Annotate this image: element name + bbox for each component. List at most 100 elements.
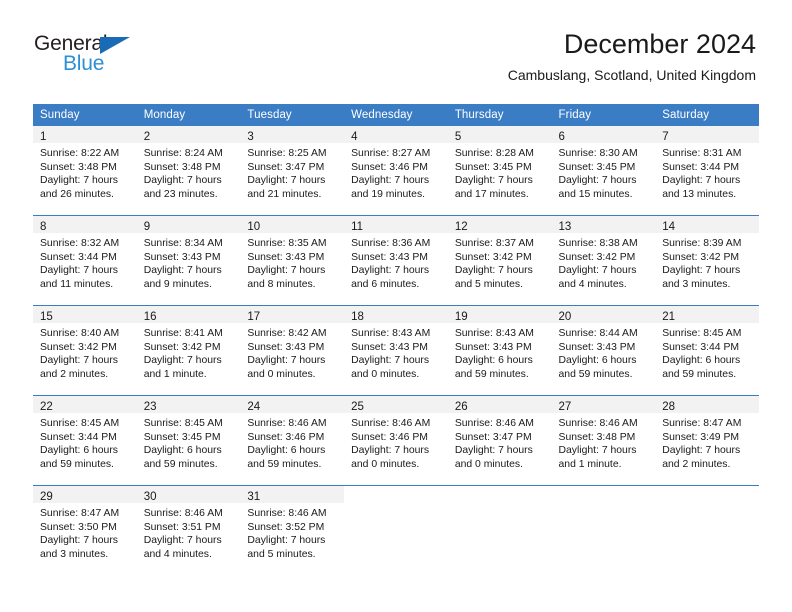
day-number: 28 <box>662 401 676 413</box>
page-title: December 2024 <box>563 29 756 59</box>
calendar-table: Sunday Monday Tuesday Wednesday Thursday… <box>33 104 759 575</box>
day-number: 24 <box>247 401 261 413</box>
day-details: Sunrise: 8:36 AM Sunset: 3:43 PM Dayligh… <box>351 238 431 290</box>
day-cell-empty <box>551 485 656 575</box>
day-cell[interactable]: 12 Sunrise: 8:37 AM Sunset: 3:42 PM Dayli… <box>447 215 552 306</box>
day-details <box>344 503 448 507</box>
day-cell[interactable]: 27 Sunrise: 8:46 AM Sunset: 3:48 PM Dayli… <box>551 395 656 486</box>
page-subtitle: Cambuslang, Scotland, United Kingdom <box>507 67 756 83</box>
title-block: December 2024 Cambuslang, Scotland, Unit… <box>508 28 756 84</box>
day-number: 17 <box>247 311 261 323</box>
day-details: Sunrise: 8:45 AM Sunset: 3:44 PM Dayligh… <box>40 418 120 470</box>
day-details: Sunrise: 8:43 AM Sunset: 3:43 PM Dayligh… <box>454 328 534 380</box>
day-cell[interactable]: 26 Sunrise: 8:46 AM Sunset: 3:47 PM Dayli… <box>447 395 552 486</box>
day-details <box>655 503 759 507</box>
weekday-header-wednesday: Wednesday <box>344 104 448 126</box>
day-cell[interactable]: 15 Sunrise: 8:40 AM Sunset: 3:42 PM Dayli… <box>33 305 137 396</box>
day-number: 30 <box>143 491 157 503</box>
day-number: 6 <box>558 131 565 143</box>
day-details: Sunrise: 8:43 AM Sunset: 3:43 PM Dayligh… <box>351 328 431 380</box>
day-cell[interactable]: 22 Sunrise: 8:45 AM Sunset: 3:44 PM Dayli… <box>33 395 137 486</box>
day-cell[interactable]: 16 Sunrise: 8:41 AM Sunset: 3:42 PM Dayli… <box>136 305 241 396</box>
day-cell-empty <box>344 485 448 575</box>
day-cell[interactable]: 30 Sunrise: 8:46 AM Sunset: 3:51 PM Dayli… <box>136 485 241 575</box>
day-number: 22 <box>40 401 53 413</box>
day-cell[interactable]: 10 Sunrise: 8:35 AM Sunset: 3:43 PM Dayli… <box>240 215 345 306</box>
day-number: 7 <box>662 131 669 143</box>
day-cell[interactable]: 2 Sunrise: 8:24 AM Sunset: 3:48 PM Daylig… <box>136 126 241 216</box>
day-details: Sunrise: 8:32 AM Sunset: 3:44 PM Dayligh… <box>40 238 120 290</box>
day-details: Sunrise: 8:46 AM Sunset: 3:48 PM Dayligh… <box>558 418 638 470</box>
week-row: 29 Sunrise: 8:47 AM Sunset: 3:50 PM Dayli… <box>33 485 759 575</box>
day-cell[interactable]: 31 Sunrise: 8:46 AM Sunset: 3:52 PM Dayli… <box>240 485 345 575</box>
day-cell-empty <box>447 485 552 575</box>
weekday-header-friday: Friday <box>551 104 656 126</box>
day-details: Sunrise: 8:38 AM Sunset: 3:42 PM Dayligh… <box>558 238 638 290</box>
day-number: 16 <box>143 311 157 323</box>
week-row: 8 Sunrise: 8:32 AM Sunset: 3:44 PM Daylig… <box>33 215 759 306</box>
day-number: 15 <box>40 311 53 323</box>
day-details: Sunrise: 8:31 AM Sunset: 3:44 PM Dayligh… <box>662 148 742 200</box>
day-cell[interactable]: 6 Sunrise: 8:30 AM Sunset: 3:45 PM Daylig… <box>551 126 656 216</box>
day-details: Sunrise: 8:28 AM Sunset: 3:45 PM Dayligh… <box>454 148 534 200</box>
day-cell[interactable]: 5 Sunrise: 8:28 AM Sunset: 3:45 PM Daylig… <box>447 126 552 216</box>
day-details: Sunrise: 8:42 AM Sunset: 3:43 PM Dayligh… <box>247 328 327 380</box>
day-number: 3 <box>247 131 254 143</box>
day-cell[interactable]: 1 Sunrise: 8:22 AM Sunset: 3:48 PM Daylig… <box>33 126 137 216</box>
day-number: 31 <box>247 491 261 503</box>
day-cell[interactable]: 23 Sunrise: 8:45 AM Sunset: 3:45 PM Dayli… <box>136 395 241 486</box>
day-cell[interactable]: 24 Sunrise: 8:46 AM Sunset: 3:46 PM Dayli… <box>240 395 345 486</box>
day-details: Sunrise: 8:44 AM Sunset: 3:43 PM Dayligh… <box>558 328 638 380</box>
week-row: 1 Sunrise: 8:22 AM Sunset: 3:48 PM Daylig… <box>33 126 759 216</box>
day-details: Sunrise: 8:39 AM Sunset: 3:42 PM Dayligh… <box>662 238 742 290</box>
day-cell[interactable]: 25 Sunrise: 8:46 AM Sunset: 3:46 PM Dayli… <box>344 395 448 486</box>
day-number: 14 <box>662 221 676 233</box>
day-cell[interactable]: 11 Sunrise: 8:36 AM Sunset: 3:43 PM Dayli… <box>344 215 448 306</box>
day-details: Sunrise: 8:47 AM Sunset: 3:49 PM Dayligh… <box>662 418 742 470</box>
day-cell[interactable]: 13 Sunrise: 8:38 AM Sunset: 3:42 PM Dayli… <box>551 215 656 306</box>
day-number: 12 <box>454 221 468 233</box>
day-cell[interactable]: 19 Sunrise: 8:43 AM Sunset: 3:43 PM Dayli… <box>447 305 552 396</box>
day-details: Sunrise: 8:46 AM Sunset: 3:46 PM Dayligh… <box>247 418 327 470</box>
day-number: 13 <box>558 221 572 233</box>
day-number: 29 <box>40 491 53 503</box>
day-details: Sunrise: 8:34 AM Sunset: 3:43 PM Dayligh… <box>143 238 223 290</box>
weekday-header-monday: Monday <box>136 104 241 126</box>
day-cell[interactable]: 4 Sunrise: 8:27 AM Sunset: 3:46 PM Daylig… <box>344 126 448 216</box>
day-cell[interactable]: 3 Sunrise: 8:25 AM Sunset: 3:47 PM Daylig… <box>240 126 345 216</box>
day-cell[interactable]: 8 Sunrise: 8:32 AM Sunset: 3:44 PM Daylig… <box>33 215 137 306</box>
day-cell[interactable]: 14 Sunrise: 8:39 AM Sunset: 3:42 PM Dayli… <box>655 215 759 306</box>
day-cell[interactable]: 9 Sunrise: 8:34 AM Sunset: 3:43 PM Daylig… <box>136 215 241 306</box>
day-cell[interactable]: 21 Sunrise: 8:45 AM Sunset: 3:44 PM Dayli… <box>655 305 759 396</box>
day-number: 26 <box>454 401 468 413</box>
day-number: 8 <box>40 221 47 233</box>
day-cell[interactable]: 18 Sunrise: 8:43 AM Sunset: 3:43 PM Dayli… <box>344 305 448 396</box>
day-details: Sunrise: 8:45 AM Sunset: 3:44 PM Dayligh… <box>662 328 742 380</box>
calendar-body: 1 Sunrise: 8:22 AM Sunset: 3:48 PM Daylig… <box>33 126 759 575</box>
day-details: Sunrise: 8:25 AM Sunset: 3:47 PM Dayligh… <box>247 148 327 200</box>
day-details: Sunrise: 8:22 AM Sunset: 3:48 PM Dayligh… <box>40 148 120 200</box>
day-details <box>552 503 656 507</box>
day-details: Sunrise: 8:46 AM Sunset: 3:47 PM Dayligh… <box>454 418 534 470</box>
general-blue-logo[interactable]: General Blue <box>34 32 214 78</box>
day-number: 27 <box>558 401 572 413</box>
day-number: 21 <box>662 311 676 323</box>
day-details: Sunrise: 8:46 AM Sunset: 3:51 PM Dayligh… <box>143 508 223 560</box>
day-number: 20 <box>558 311 572 323</box>
day-details: Sunrise: 8:24 AM Sunset: 3:48 PM Dayligh… <box>143 148 223 200</box>
day-number: 18 <box>351 311 364 323</box>
day-details: Sunrise: 8:30 AM Sunset: 3:45 PM Dayligh… <box>558 148 638 200</box>
day-cell-empty <box>655 485 759 575</box>
day-number: 25 <box>351 401 364 413</box>
day-number: 23 <box>143 401 157 413</box>
day-details: Sunrise: 8:47 AM Sunset: 3:50 PM Dayligh… <box>40 508 120 560</box>
day-cell[interactable]: 7 Sunrise: 8:31 AM Sunset: 3:44 PM Daylig… <box>655 126 759 216</box>
day-cell[interactable]: 28 Sunrise: 8:47 AM Sunset: 3:49 PM Dayli… <box>655 395 759 486</box>
triangle-icon <box>100 37 130 54</box>
day-cell[interactable]: 17 Sunrise: 8:42 AM Sunset: 3:43 PM Dayli… <box>240 305 345 396</box>
day-cell[interactable]: 20 Sunrise: 8:44 AM Sunset: 3:43 PM Dayli… <box>551 305 656 396</box>
logo-text-blue: Blue <box>63 52 105 75</box>
day-details: Sunrise: 8:46 AM Sunset: 3:52 PM Dayligh… <box>247 508 327 560</box>
calendar-page: General Blue December 2024 Cambuslang, S… <box>0 0 792 612</box>
day-cell[interactable]: 29 Sunrise: 8:47 AM Sunset: 3:50 PM Dayli… <box>33 485 137 575</box>
